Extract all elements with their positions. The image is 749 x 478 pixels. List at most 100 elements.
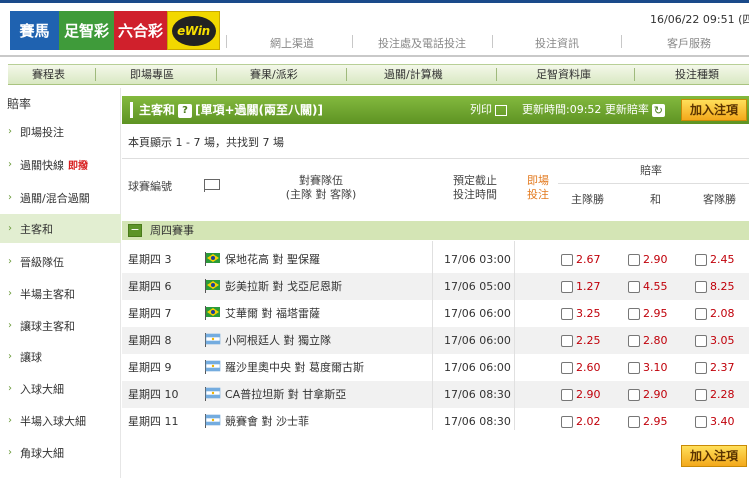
odds-away[interactable]: 2.28 [695,388,735,401]
add-to-slip-button-bottom[interactable]: 加入注項 [681,445,747,467]
match-number: 星期四 11 [128,415,179,428]
match-number: 星期四 6 [128,280,172,293]
odds-away-checkbox[interactable] [695,361,707,374]
odds-away-checkbox[interactable] [695,280,707,293]
sidebar-item-allup-mixed[interactable]: › 過關/混合過關 [0,183,121,212]
brazil-flag-icon [205,279,220,293]
odds-draw[interactable]: 4.55 [628,280,668,293]
col-teams-line1: 對賽隊伍 [299,174,343,187]
odds-draw[interactable]: 2.80 [628,334,668,347]
match-teams[interactable]: 彭美拉斯 對 戈亞尼恩斯 [225,273,342,300]
col-time-line1: 預定截止 [453,174,497,187]
nav-schedule[interactable]: 賽程表 [32,65,65,84]
odds-away[interactable]: 2.08 [695,307,735,320]
nav-bet-types[interactable]: 投注種類 [675,65,719,84]
closing-time: 17/06 08:30 [444,415,511,428]
match-teams[interactable]: 艾華爾 對 福塔雷薩 [225,300,320,327]
pool-title-bar: 主客和? [單項+過關(兩至八關)] 列印 更新時間:09:52 更新賠率 ↻ [122,96,749,124]
odds-home-checkbox[interactable] [561,253,573,266]
sidebar-item-handicap[interactable]: › 讓球 [0,342,121,371]
match-number: 星期四 10 [128,388,179,401]
odds-home[interactable]: 2.02 [561,415,601,428]
odds-home-value: 2.90 [576,388,601,401]
sidebar-item-allup-express[interactable]: › 過關快線 即撥 [0,150,121,179]
odds-draw-checkbox[interactable] [628,307,640,320]
odds-home[interactable]: 2.90 [561,388,601,401]
match-group-header[interactable]: − 周四賽事 [122,221,749,240]
odds-home[interactable]: 2.60 [561,361,601,374]
odds-home[interactable]: 2.67 [561,253,601,266]
match-row: 星期四 11 競賽會 對 沙士菲 17/06 08:30 2.02 2.95 3.40 [122,408,749,435]
sidebar-item-half-time-had[interactable]: › 半場主客和 [0,279,121,308]
match-teams[interactable]: CA普拉坦斯 對 甘拿斯亞 [225,381,346,408]
odds-home-checkbox[interactable] [561,388,573,401]
odds-away-checkbox[interactable] [695,307,707,320]
link-betting-info[interactable]: 投注資訊 [535,35,579,51]
nav-football-database[interactable]: 足智資料庫 [536,65,591,84]
odds-home-checkbox[interactable] [561,307,573,320]
odds-home-checkbox[interactable] [561,280,573,293]
odds-home[interactable]: 2.25 [561,334,601,347]
match-teams[interactable]: 保地花高 對 聖保羅 [225,246,320,273]
odds-away[interactable]: 3.40 [695,415,735,428]
sidebar-item-live-betting[interactable]: › 即場投注 [0,117,121,146]
pool-title: 主客和? [單項+過關(兩至八關)] [139,96,323,124]
odds-draw-checkbox[interactable] [628,361,640,374]
odds-away-checkbox[interactable] [695,388,707,401]
odds-draw[interactable]: 3.10 [628,361,668,374]
collapse-icon[interactable]: − [128,224,142,237]
odds-draw-checkbox[interactable] [628,334,640,347]
nav-allup-calculator[interactable]: 過關/計算機 [384,65,443,84]
odds-home-checkbox[interactable] [561,361,573,374]
odds-away[interactable]: 2.37 [695,361,735,374]
sidebar-item-half-time-hilo[interactable]: › 半場入球大細 [0,406,121,435]
refresh-icon[interactable]: ↻ [651,103,665,117]
nav-live-zone[interactable]: 即場專區 [130,65,174,84]
odds-draw-value: 2.80 [643,334,668,347]
odds-away[interactable]: 8.25 [695,280,735,293]
odds-away-checkbox[interactable] [695,334,707,347]
sidebar-item-corner-hilo[interactable]: › 角球大細 [0,438,121,467]
help-icon[interactable]: ? [178,103,193,118]
odds-draw-checkbox[interactable] [628,253,640,266]
argentina-flag-icon [205,387,221,401]
odds-home-checkbox[interactable] [561,334,573,347]
match-teams[interactable]: 小阿根廷人 對 獨立隊 [225,327,331,354]
link-customer-service[interactable]: 客戶服務 [667,35,711,51]
odds-away[interactable]: 2.45 [695,253,735,266]
odds-home[interactable]: 1.27 [561,280,601,293]
match-teams[interactable]: 羅沙里奧中央 對 葛度爾古斯 [225,354,364,381]
odds-draw[interactable]: 2.95 [628,415,668,428]
pool-title-text: 主客和 [139,103,176,117]
odds-draw[interactable]: 2.95 [628,307,668,320]
arrow-right-icon: › [8,159,12,170]
sidebar-item-to-qualify[interactable]: › 晉級隊伍 [0,247,121,276]
odds-draw-checkbox[interactable] [628,388,640,401]
match-row: 星期四 7 艾華爾 對 福塔雷薩 17/06 06:00 3.25 2.95 2.08 [122,300,749,327]
sidebar-item-hilo[interactable]: › 入球大細 [0,374,121,403]
arrow-right-icon: › [8,256,12,267]
sidebar-item-label: 角球大細 [20,446,64,460]
odds-home[interactable]: 3.25 [561,307,601,320]
odds-draw[interactable]: 2.90 [628,253,668,266]
odds-draw[interactable]: 2.90 [628,388,668,401]
odds-away-checkbox[interactable] [695,253,707,266]
odds-away[interactable]: 3.05 [695,334,735,347]
sidebar-item-home-away-draw[interactable]: › 主客和 [0,214,121,243]
add-to-slip-button[interactable]: 加入注項 [681,99,747,121]
odds-away-checkbox[interactable] [695,415,707,428]
match-teams[interactable]: 競賽會 對 沙士菲 [225,408,309,435]
odds-draw-value: 2.95 [643,307,668,320]
odds-away-value: 2.37 [710,361,735,374]
link-betting-branches[interactable]: 投注處及電話投注 [378,35,466,51]
odds-draw-checkbox[interactable] [628,280,640,293]
sidebar-item-handicap-had[interactable]: › 讓球主客和 [0,311,121,340]
print-label: 列印 [470,103,492,116]
odds-home-checkbox[interactable] [561,415,573,428]
divider [432,241,433,430]
print-button[interactable]: 列印 [470,96,507,124]
nav-results[interactable]: 賽果/派彩 [250,65,298,84]
odds-draw-checkbox[interactable] [628,415,640,428]
link-online-channels[interactable]: 網上渠道 [270,35,314,51]
top-strip [0,0,749,3]
